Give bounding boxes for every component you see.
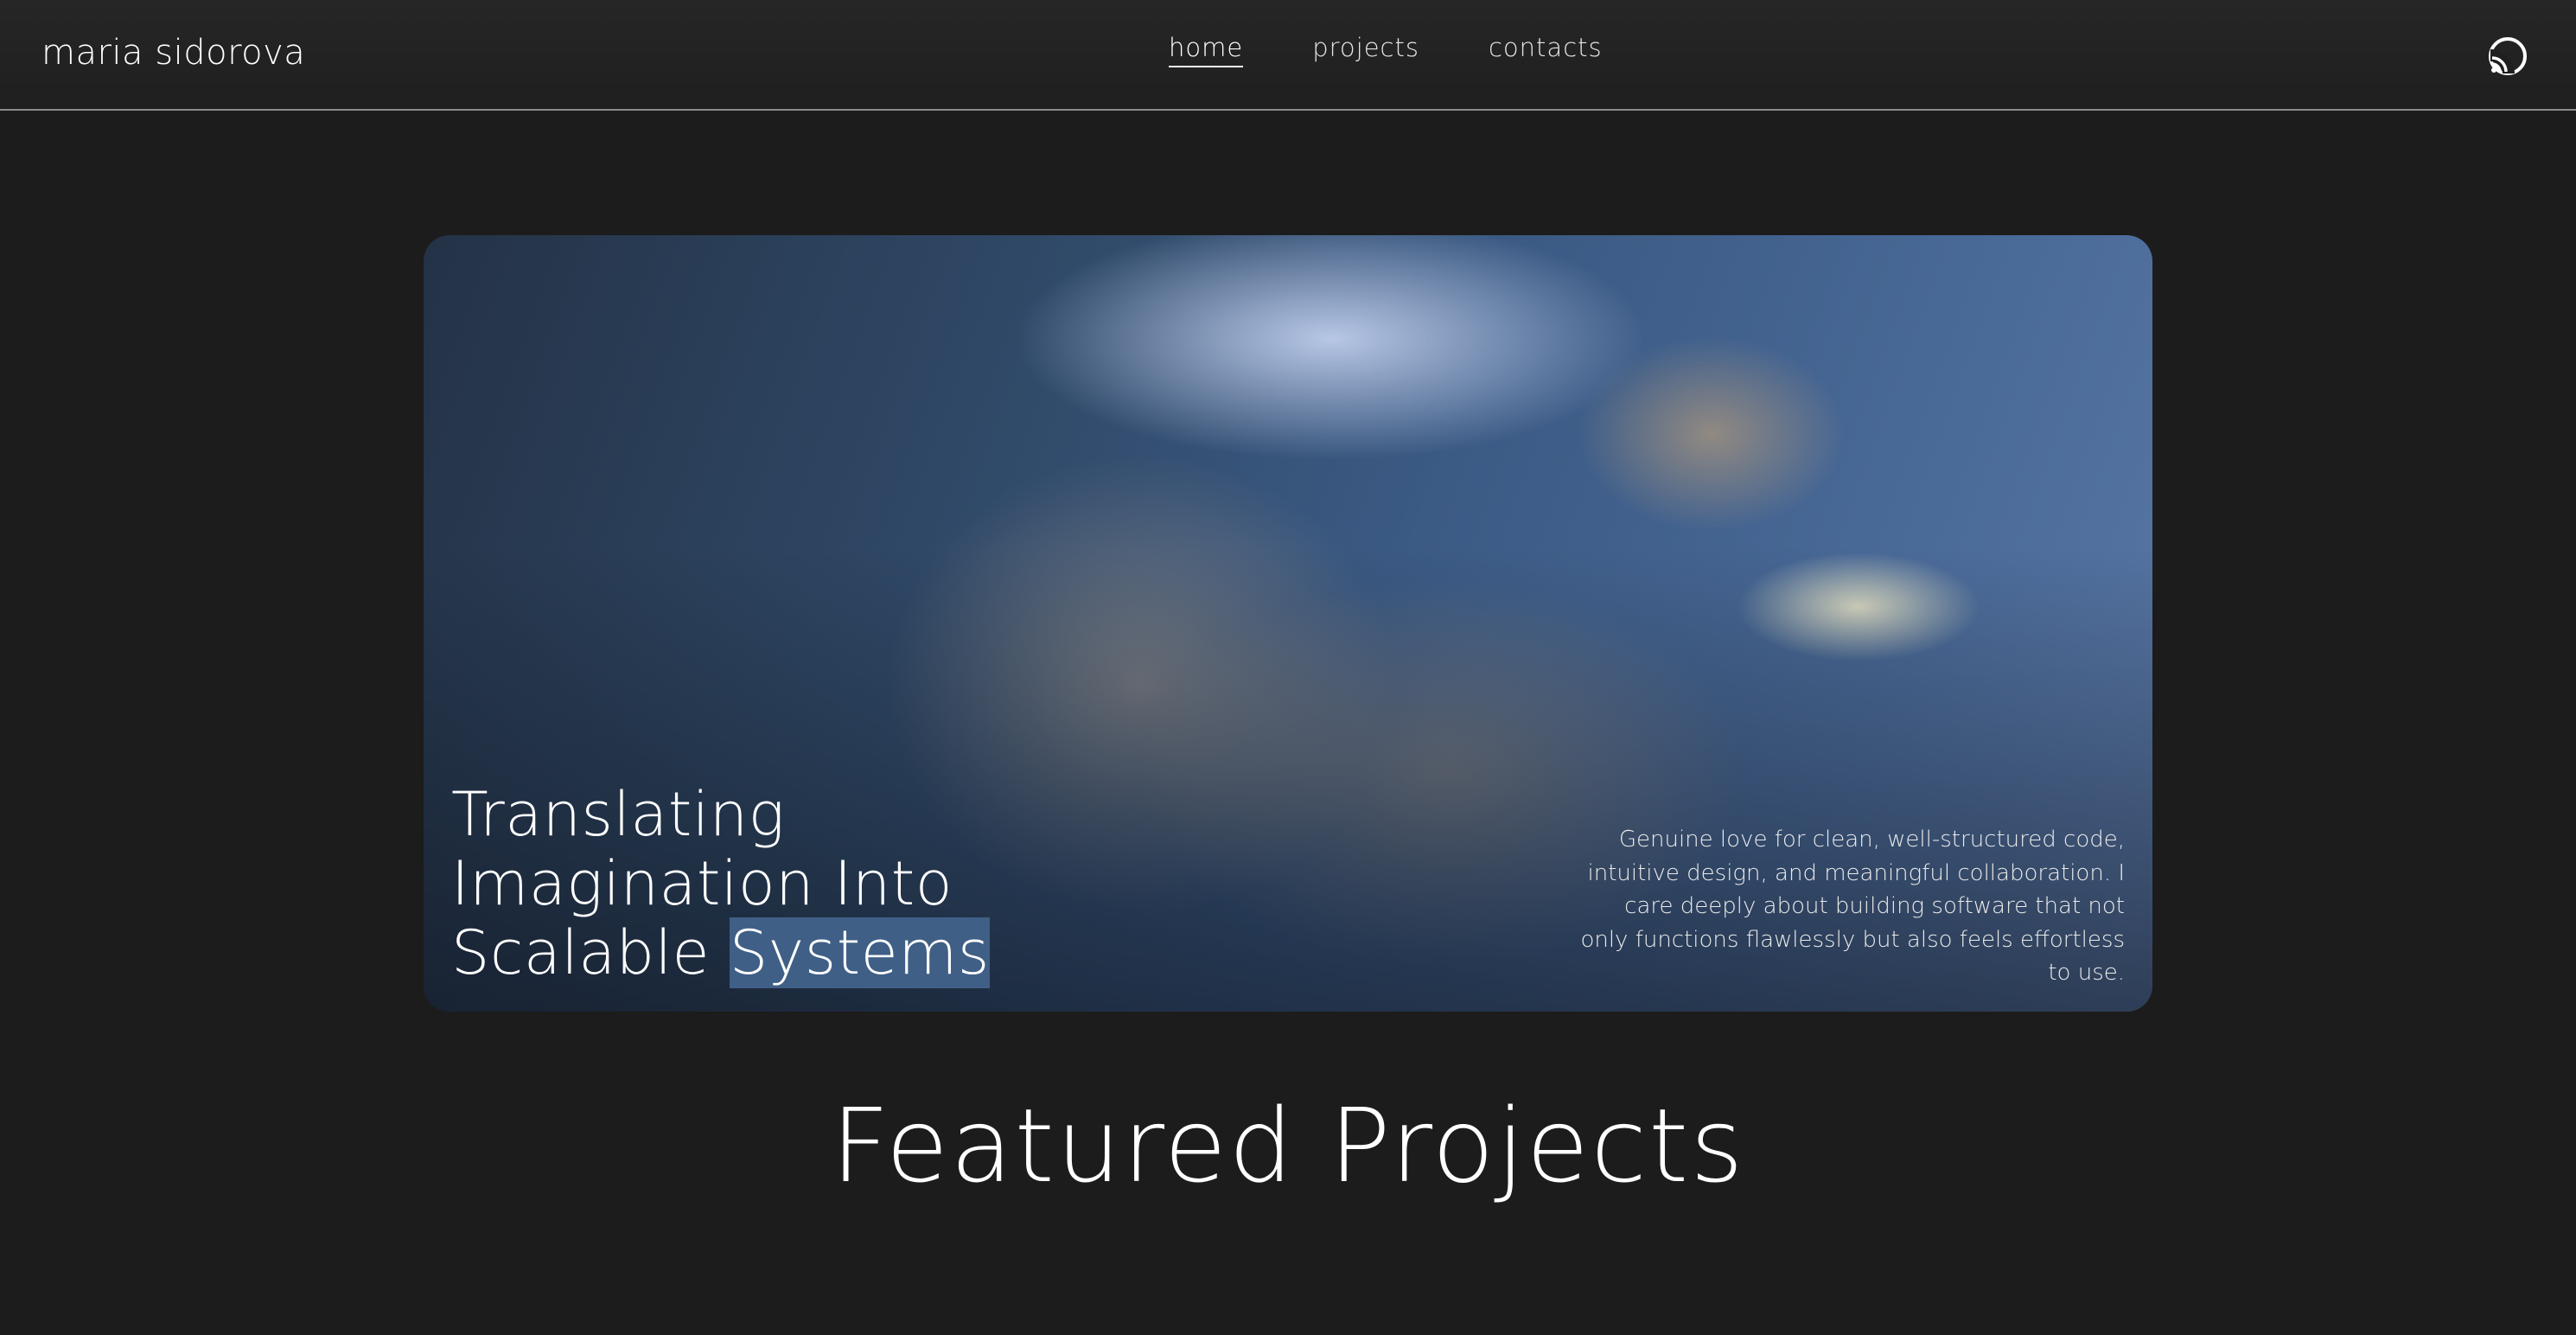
cast-button[interactable] (2486, 35, 2529, 78)
hero-title-highlight: Systems (729, 917, 990, 988)
page: maria sidorova home projects contacts Tr… (0, 0, 2576, 1335)
nav-link-projects[interactable]: projects (1312, 33, 1419, 67)
hero-title: Translating Imagination Into Scalable Sy… (451, 779, 990, 988)
hero-banner: Translating Imagination Into Scalable Sy… (424, 235, 2152, 1012)
hero-title-line-1: Translating (451, 779, 786, 850)
main-nav: home projects contacts (1169, 33, 1603, 67)
cast-icon (2489, 37, 2527, 75)
nav-link-home[interactable]: home (1169, 33, 1244, 67)
nav-link-contacts[interactable]: contacts (1489, 33, 1603, 67)
top-navbar: maria sidorova home projects contacts (0, 0, 2576, 111)
hero-description: Genuine love for clean, well-structured … (1580, 827, 2125, 986)
brand-logo-link[interactable]: maria sidorova (41, 33, 305, 73)
featured-projects-heading: Featured Projects (831, 1086, 1745, 1205)
hero-title-line-3: Scalable (451, 917, 730, 988)
hero-title-line-2: Imagination Into (451, 848, 953, 919)
